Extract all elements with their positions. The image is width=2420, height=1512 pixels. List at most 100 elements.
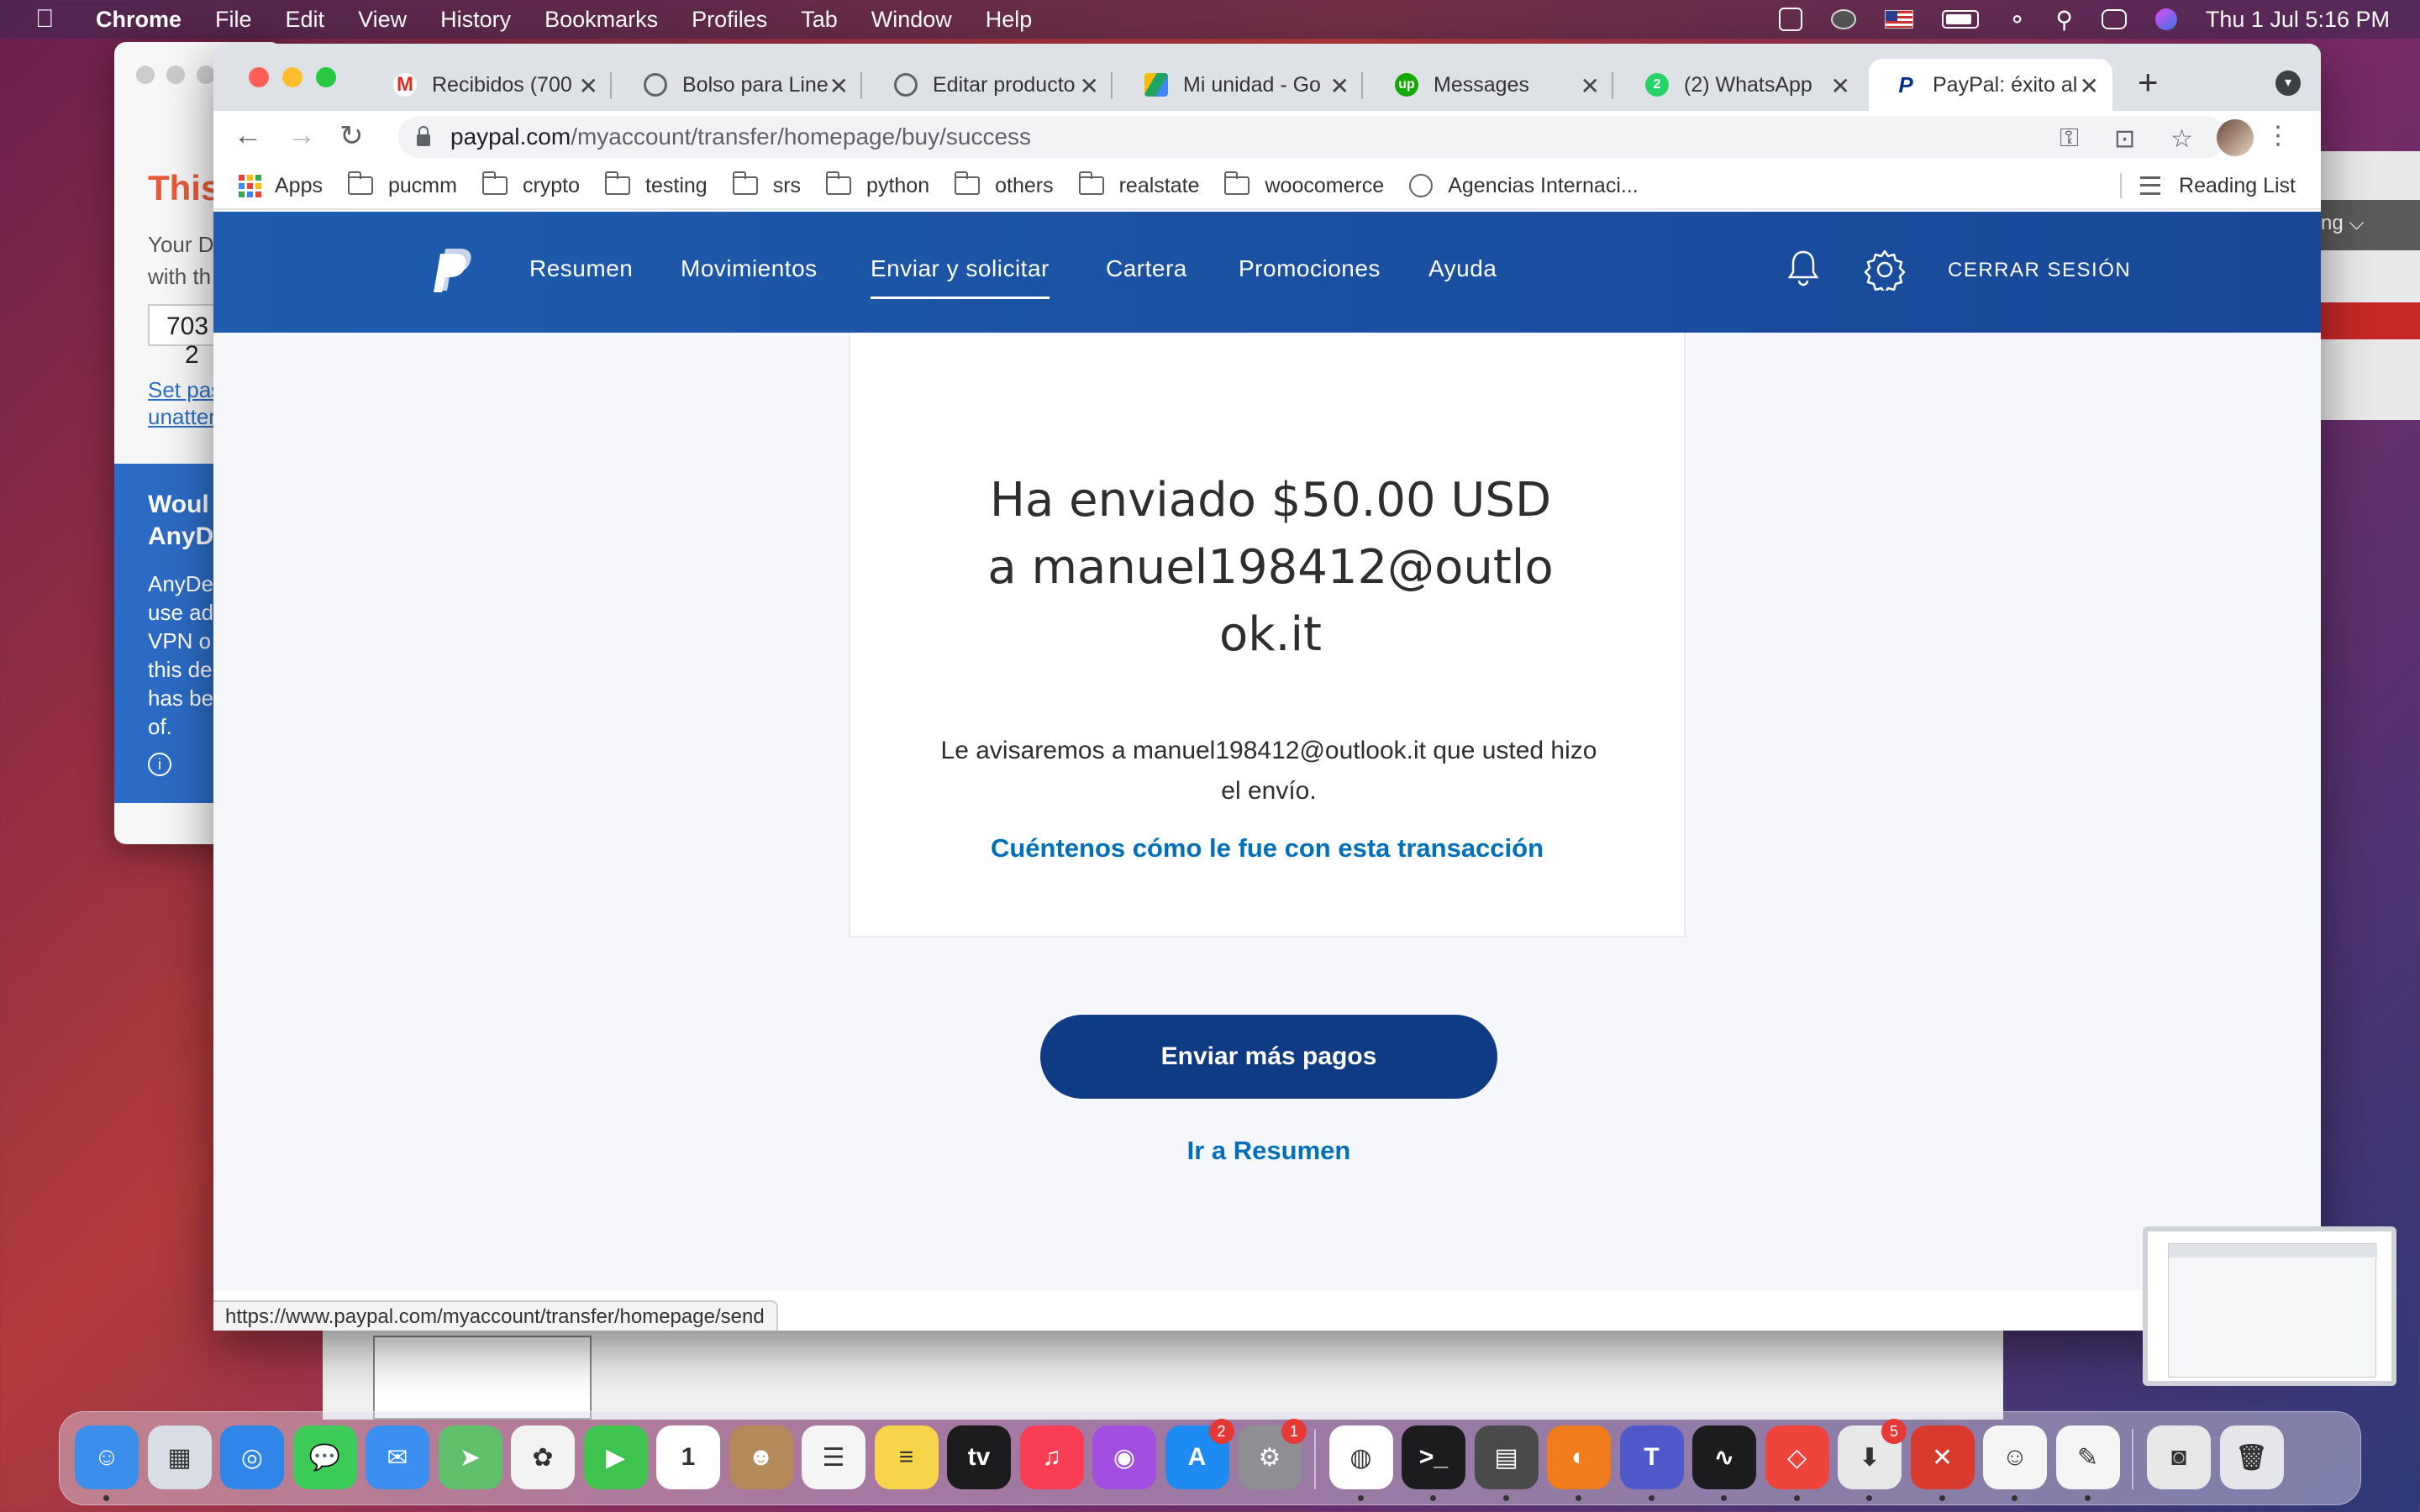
maps-icon[interactable]: ➤ <box>438 1425 502 1489</box>
menu-clock[interactable]: Thu 1 Jul 5:16 PM <box>2206 7 2390 33</box>
menu-tab[interactable]: Tab <box>801 7 838 33</box>
bell-icon[interactable] <box>1786 249 1820 289</box>
mail-icon[interactable]: ✉ <box>366 1425 429 1489</box>
gear-icon[interactable] <box>1864 249 1906 291</box>
music-icon[interactable]: ♫ <box>1019 1425 1084 1489</box>
remote-desktop-icon[interactable]: ✕ <box>1910 1425 1975 1501</box>
nav-cartera[interactable]: Cartera <box>1106 255 1187 282</box>
menu-bookmarks[interactable]: Bookmarks <box>544 7 658 33</box>
us-flag-icon[interactable] <box>1884 10 1913 29</box>
forward-button[interactable]: → <box>287 119 316 152</box>
tab-editar-producto[interactable]: Editar producto ✕ <box>869 59 1113 111</box>
calendar-icon[interactable]: 1 <box>656 1425 720 1489</box>
podcasts-icon[interactable]: ◉ <box>1092 1425 1156 1489</box>
messages-icon[interactable]: 💬 <box>292 1425 357 1489</box>
reload-button[interactable]: ↻ <box>339 119 364 153</box>
bookmark-agencias[interactable]: Agencias Internaci... <box>1409 174 1639 198</box>
battery-icon[interactable] <box>1941 10 1979 29</box>
go-to-summary-link[interactable]: Ir a Resumen <box>1040 1136 1497 1166</box>
bookmark-folder-crypto[interactable]: crypto <box>481 171 580 198</box>
menu-window[interactable]: Window <box>871 7 952 33</box>
textedit-icon[interactable]: ✎ <box>2055 1425 2120 1501</box>
bookmark-folder-testing[interactable]: testing <box>605 171 708 198</box>
menu-app-name[interactable]: Chrome <box>96 7 182 33</box>
safari-icon[interactable]: ◎ <box>220 1425 284 1489</box>
close-tab-icon[interactable]: ✕ <box>579 72 598 100</box>
spotlight-search-icon[interactable]: ⚲ <box>2055 6 2073 34</box>
teams-icon[interactable]: T <box>1619 1425 1684 1501</box>
tab-whatsapp[interactable]: 2 (2) WhatsApp ✕ <box>1620 59 1864 111</box>
bookmark-folder-python[interactable]: python <box>826 171 929 198</box>
facetime-icon[interactable]: ▶ <box>583 1425 648 1489</box>
apple-menu-icon[interactable]:  <box>35 5 64 34</box>
launchpad-icon[interactable]: ▦ <box>147 1425 212 1489</box>
app-store-icon[interactable]: A2 <box>1165 1419 1234 1489</box>
trash-icon[interactable]: 🗑 <box>2219 1425 2284 1489</box>
new-tab-button[interactable]: + <box>2138 62 2159 102</box>
reminders-icon[interactable]: ☰ <box>802 1425 865 1489</box>
anydesk-password-link[interactable]: Set pas unatten <box>148 376 222 430</box>
bookmark-folder-others[interactable]: others <box>955 171 1054 198</box>
menu-help[interactable]: Help <box>986 7 1033 33</box>
calculator-icon[interactable]: ▤ <box>1474 1425 1539 1501</box>
vpn-icon[interactable]: ◐ <box>1547 1425 1611 1501</box>
activity-monitor-icon[interactable]: ∿ <box>1692 1425 1756 1501</box>
screenshot-icon[interactable]: ◙ <box>2147 1425 2211 1489</box>
tab-gmail[interactable]: M Recibidos (700 ✕ <box>368 59 612 111</box>
minimize-window-icon[interactable] <box>166 66 185 84</box>
translate-icon[interactable]: ⊡ <box>2114 124 2135 154</box>
lock-icon[interactable] <box>417 126 430 146</box>
system-preferences-icon[interactable]: ⚙ 1 <box>1238 1419 1307 1489</box>
nav-resumen[interactable]: Resumen <box>529 255 633 282</box>
key-icon[interactable]: ⚿ <box>2060 124 2079 154</box>
zoom-window-icon[interactable] <box>197 66 215 84</box>
tab-search-icon[interactable]: ▾ <box>2275 71 2301 96</box>
reading-list-button[interactable]: Reading List <box>2120 173 2296 198</box>
zoom-window-icon[interactable] <box>316 67 336 87</box>
send-more-payments-button[interactable]: Enviar más pagos <box>1040 1015 1497 1099</box>
menu-history[interactable]: History <box>440 7 511 33</box>
bookmark-apps[interactable]: Apps <box>239 174 323 198</box>
nav-movimientos[interactable]: Movimientos <box>681 255 818 282</box>
close-tab-icon[interactable]: ✕ <box>1330 72 1349 100</box>
bookmark-folder-realstate[interactable]: realstate <box>1078 171 1199 198</box>
close-tab-icon[interactable]: ✕ <box>829 72 849 100</box>
smiley-app-icon[interactable]: ☺ <box>1983 1425 2047 1501</box>
siri-icon[interactable] <box>2154 8 2177 30</box>
vpn-status-icon[interactable] <box>1830 9 1856 29</box>
finder-icon[interactable]: ☺ <box>75 1425 139 1501</box>
back-button[interactable]: ← <box>234 119 262 152</box>
feedback-link[interactable]: Cuéntenos cómo le fue con esta transacci… <box>850 833 1684 864</box>
translate-status-icon[interactable] <box>1778 8 1802 31</box>
bookmark-folder-srs[interactable]: srs <box>732 171 801 198</box>
installer-icon[interactable]: ⬇ 5 <box>1838 1419 1907 1501</box>
menu-file[interactable]: File <box>215 7 252 33</box>
terminal-icon[interactable]: >_ <box>1402 1425 1465 1501</box>
profile-avatar[interactable] <box>2217 119 2254 156</box>
tab-messages[interactable]: up Messages ✕ <box>1370 59 1613 111</box>
paypal-logo-icon[interactable] <box>434 245 474 296</box>
anydesk-icon[interactable]: ◇ <box>1765 1425 1829 1501</box>
document-thumbnail[interactable] <box>373 1336 592 1420</box>
nav-ayuda[interactable]: Ayuda <box>1428 255 1497 282</box>
menu-view[interactable]: View <box>358 7 407 33</box>
apple-tv-icon[interactable]: tv <box>947 1425 1011 1489</box>
tab-bolso[interactable]: Bolso para Line ✕ <box>618 59 862 111</box>
notes-icon[interactable]: ≡ <box>874 1425 939 1489</box>
contacts-icon[interactable]: ☻ <box>729 1425 793 1489</box>
wifi-icon[interactable]: ⚬ <box>2007 6 2027 34</box>
screenshot-thumbnail[interactable] <box>2143 1226 2396 1386</box>
menu-edit[interactable]: Edit <box>286 7 325 33</box>
chrome-icon[interactable]: ◍ <box>1328 1425 1393 1501</box>
bookmark-folder-pucmm[interactable]: pucmm <box>347 171 457 198</box>
close-window-icon[interactable] <box>136 66 155 84</box>
close-tab-icon[interactable]: ✕ <box>1581 72 1600 100</box>
bookmark-folder-woocomerce[interactable]: woocomerce <box>1224 171 1384 198</box>
minimize-window-icon[interactable] <box>282 67 302 87</box>
close-window-icon[interactable] <box>249 67 269 87</box>
address-bar[interactable]: paypal.com/myaccount/transfer/homepage/b… <box>398 116 2227 158</box>
close-tab-icon[interactable]: ✕ <box>2080 72 2099 100</box>
chrome-menu-icon[interactable]: ⋮ <box>2265 121 2291 150</box>
photos-icon[interactable]: ✿ <box>511 1425 575 1489</box>
info-icon[interactable]: i <box>148 753 171 776</box>
